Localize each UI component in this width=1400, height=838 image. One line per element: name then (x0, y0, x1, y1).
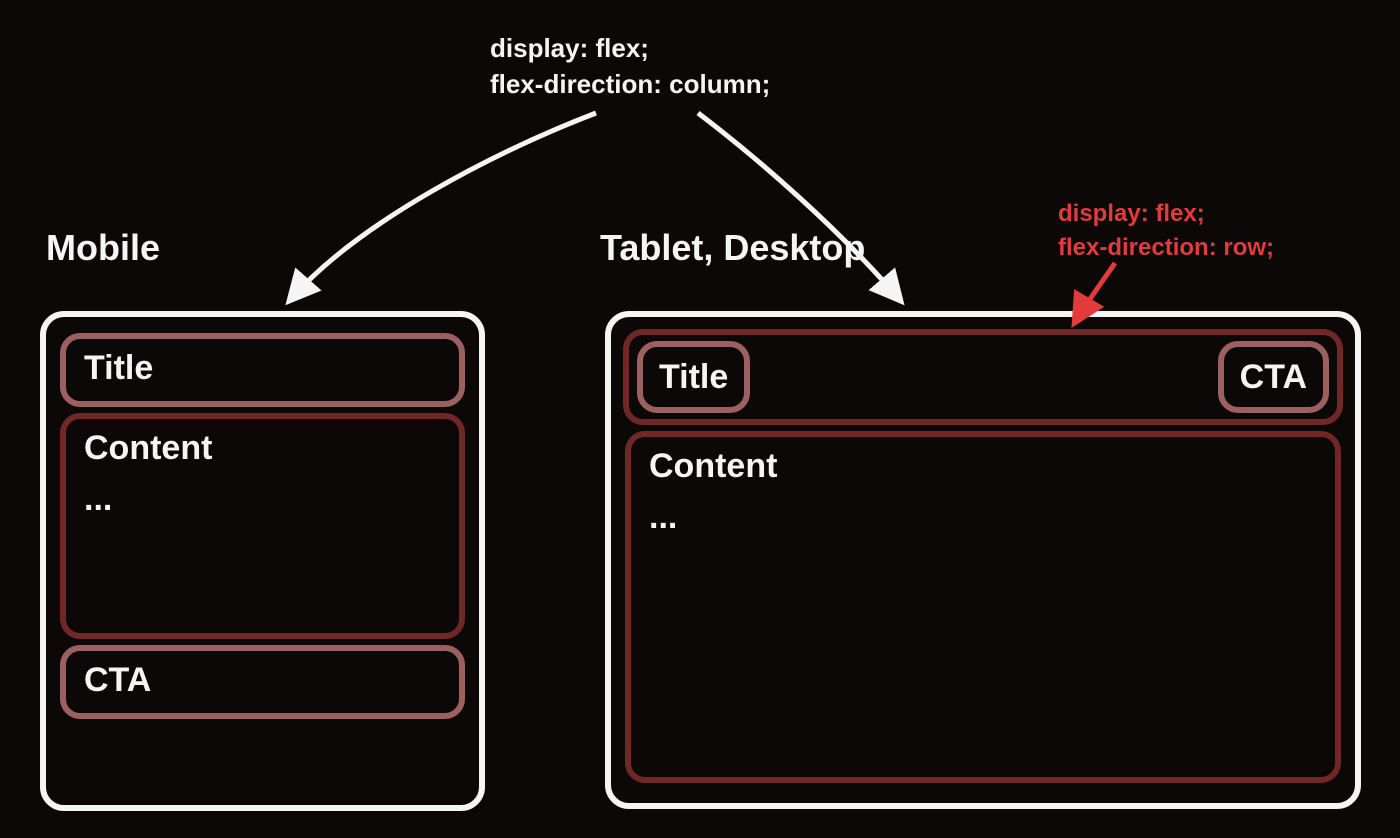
content-ellipsis: ... (84, 480, 441, 519)
heading-mobile: Mobile (46, 227, 160, 269)
cta-label: CTA (1240, 358, 1307, 397)
desktop-cta-box: CTA (1218, 341, 1329, 413)
content-ellipsis: ... (649, 498, 1317, 537)
content-label: Content (84, 429, 441, 468)
heading-desktop: Tablet, Desktop (600, 227, 865, 269)
title-label: Title (659, 358, 728, 397)
desktop-content-box: Content ... (625, 431, 1341, 783)
mobile-content-box: Content ... (60, 413, 465, 639)
desktop-layout-panel: Title CTA Content ... (605, 311, 1361, 809)
arrow-to-desktop-icon (698, 113, 900, 300)
cta-label: CTA (84, 661, 441, 700)
desktop-title-box: Title (637, 341, 750, 413)
desktop-header-row: Title CTA (623, 329, 1343, 425)
title-label: Title (84, 349, 441, 388)
mobile-cta-box: CTA (60, 645, 465, 719)
mobile-title-box: Title (60, 333, 465, 407)
annotation-flex-column: display: flex; flex-direction: column; (490, 30, 770, 103)
arrow-to-mobile-icon (290, 113, 596, 300)
mobile-layout-panel: Title Content ... CTA (40, 311, 485, 811)
content-label: Content (649, 447, 1317, 486)
annotation-flex-row: display: flex; flex-direction: row; (1058, 197, 1274, 264)
